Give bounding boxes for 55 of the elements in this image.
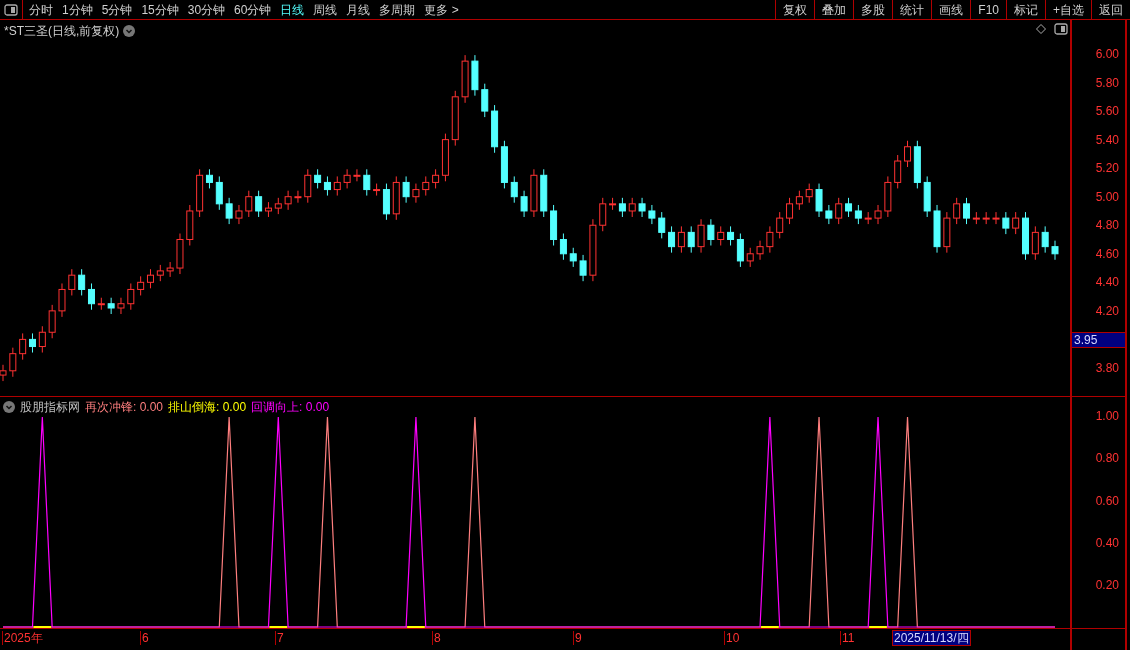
panel-toggle-icon[interactable]: [4, 3, 18, 16]
price-tick-label: 5.00: [1095, 189, 1119, 204]
toolbar-button[interactable]: 多股: [853, 0, 893, 19]
legend-label: 再次冲锋: 0.00: [85, 399, 164, 416]
indicator-name: 股朋指标网: [20, 399, 80, 416]
period-tab[interactable]: 分时: [29, 0, 53, 19]
legend-label: 排山倒海: 0.00: [168, 399, 247, 416]
diamond-icon[interactable]: [1036, 24, 1046, 34]
indicator-tick-label: 0.60: [1095, 493, 1119, 508]
date-label: 9: [573, 631, 582, 645]
price-tick-label: 4.80: [1095, 218, 1119, 232]
date-label: 2025年: [2, 631, 43, 645]
indicator-tick-label: 0.20: [1095, 578, 1119, 592]
toolbar-button[interactable]: 叠加: [814, 0, 854, 19]
period-tab[interactable]: 60分钟: [234, 0, 272, 19]
date-label: 11: [840, 631, 855, 645]
price-tick-label: 4.40: [1095, 275, 1119, 289]
price-tick-label: 5.60: [1095, 104, 1119, 118]
period-tab[interactable]: 月线: [346, 0, 371, 19]
price-tick-label: 4.60: [1095, 246, 1119, 261]
period-tab[interactable]: 1分钟: [62, 0, 93, 19]
date-label: 10: [724, 631, 740, 645]
current-price-label: 3.95: [1072, 332, 1125, 348]
price-tick-label: 3.80: [1095, 360, 1119, 375]
period-tab[interactable]: 30分钟: [187, 0, 226, 19]
toolbar-button[interactable]: +自选: [1045, 0, 1091, 19]
chart-title: *ST三圣(日线,前复权): [4, 23, 120, 40]
toolbar-button[interactable]: 画线: [931, 0, 971, 19]
indicator-tick-label: 0.80: [1095, 451, 1119, 466]
chevron-down-icon[interactable]: [123, 25, 136, 37]
period-tab[interactable]: 周线: [313, 0, 338, 19]
toolbar-button[interactable]: 统计: [892, 0, 932, 19]
period-tab[interactable]: 更多 >: [424, 0, 459, 19]
price-tick-label: 5.40: [1095, 132, 1119, 147]
price-tick-label: 6.00: [1095, 47, 1119, 61]
price-tick-label: 4.20: [1095, 303, 1119, 318]
cursor-date: 2025/11/13/四: [892, 630, 971, 646]
legend-label: 回调向上: 0.00: [251, 399, 330, 416]
date-label: 7: [275, 631, 284, 645]
indicator-tick-label: 1.00: [1095, 409, 1119, 423]
toolbar-button[interactable]: 标记: [1006, 0, 1045, 19]
panel-toggle-icon[interactable]: [1054, 23, 1068, 35]
period-tab[interactable]: 日线: [280, 0, 305, 19]
chevron-down-icon[interactable]: [3, 401, 15, 413]
period-tab[interactable]: 多周期: [379, 0, 416, 19]
date-label: 8: [432, 631, 441, 645]
date-label: 6: [140, 631, 149, 645]
toolbar-button[interactable]: 返回: [1091, 0, 1130, 19]
price-tick-label: 5.20: [1095, 161, 1119, 175]
price-tick-label: 5.80: [1095, 75, 1119, 90]
period-tab[interactable]: 5分钟: [101, 0, 133, 19]
toolbar-button[interactable]: 复权: [775, 0, 815, 19]
toolbar-button[interactable]: F10: [970, 0, 1006, 19]
indicator-tick-label: 0.40: [1095, 535, 1119, 550]
period-tab[interactable]: 15分钟: [141, 0, 179, 19]
